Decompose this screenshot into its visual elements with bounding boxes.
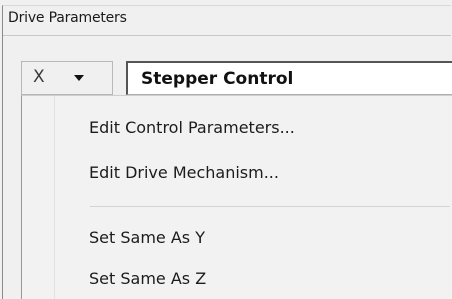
- menu-item-label: Edit Drive Mechanism...: [89, 163, 279, 182]
- control-type-field[interactable]: Stepper Control: [126, 61, 452, 95]
- menu-item-label: Set Same As Z: [89, 269, 207, 288]
- menu-separator: [90, 206, 450, 207]
- group-title: Drive Parameters: [8, 10, 127, 26]
- chevron-down-icon[interactable]: [74, 75, 84, 81]
- menu-item-set-same-as-z[interactable]: Set Same As Z: [56, 262, 446, 296]
- menu-item-label: Edit Control Parameters...: [89, 118, 295, 137]
- menu-item-set-same-as-y[interactable]: Set Same As Y: [56, 221, 446, 255]
- axis-context-menu: Edit Control Parameters... Edit Drive Me…: [21, 95, 452, 299]
- group-title-bar: Drive Parameters: [3, 6, 451, 36]
- menu-item-edit-control-parameters[interactable]: Edit Control Parameters...: [56, 111, 446, 145]
- menu-icon-gutter: [22, 96, 55, 299]
- axis-selected-value: X: [33, 67, 45, 87]
- control-type-value: Stepper Control: [141, 69, 294, 89]
- menu-item-edit-drive-mechanism[interactable]: Edit Drive Mechanism...: [56, 156, 446, 190]
- drive-parameters-window: Drive Parameters X Stepper Control Edit …: [0, 0, 452, 299]
- axis-dropdown[interactable]: X: [21, 61, 113, 95]
- menu-item-label: Set Same As Y: [89, 228, 205, 247]
